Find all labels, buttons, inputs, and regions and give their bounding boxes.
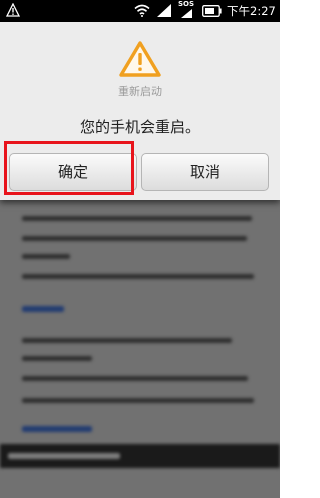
phone-screen: SOS 下午2:27 重新启动 您的手机会重启。 确定 取消 bbox=[0, 0, 280, 498]
signal-secondary-icon bbox=[181, 9, 192, 18]
dialog-title: 重新启动 bbox=[118, 85, 162, 98]
dialog-message: 您的手机会重启。 bbox=[79, 118, 200, 136]
sos-label: SOS bbox=[178, 0, 195, 8]
battery-icon bbox=[202, 5, 222, 17]
restart-dialog: 重新启动 您的手机会重启。 确定 取消 bbox=[0, 22, 280, 200]
signal-icon bbox=[157, 4, 171, 17]
status-bar: SOS 下午2:27 bbox=[0, 0, 280, 22]
cancel-button[interactable]: 取消 bbox=[141, 153, 269, 191]
status-time: 下午2:27 bbox=[227, 4, 276, 18]
warning-icon bbox=[119, 41, 161, 77]
wifi-icon bbox=[134, 4, 150, 17]
warning-icon bbox=[6, 3, 20, 17]
confirm-button[interactable]: 确定 bbox=[9, 153, 137, 191]
